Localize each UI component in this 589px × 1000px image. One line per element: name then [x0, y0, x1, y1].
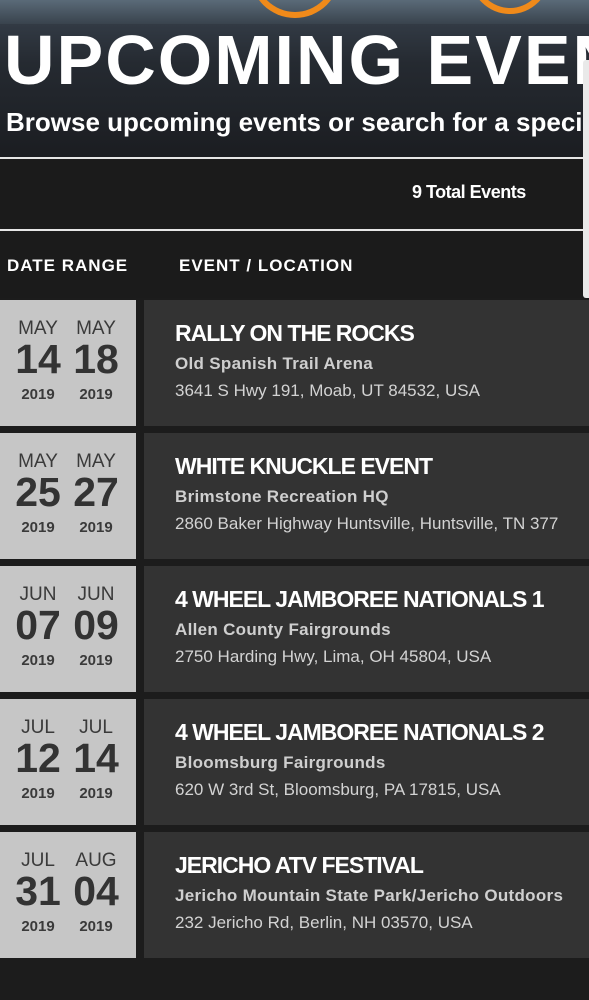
end-day: 14	[73, 735, 119, 781]
date-range-card: MAY 14 2019 MAY 18 2019	[0, 300, 136, 426]
start-day: 12	[15, 735, 61, 781]
start-day: 31	[15, 868, 61, 914]
start-day: 07	[15, 602, 61, 648]
date-range-card: JUN 07 2019 JUN 09 2019	[0, 566, 136, 692]
start-year: 2019	[21, 652, 55, 669]
end-day: 09	[73, 602, 119, 648]
start-year: 2019	[21, 386, 55, 403]
event-name-link[interactable]: WHITE KNUCKLE EVENT	[175, 453, 433, 480]
event-info: 4 WHEEL JAMBOREE NATIONALS 1 Allen Count…	[144, 566, 589, 692]
date-range-card: MAY 25 2019 MAY 27 2019	[0, 433, 136, 559]
event-address: 2860 Baker Highway Huntsville, Huntsvill…	[175, 514, 559, 533]
page-subtitle: Browse upcoming events or search for a s…	[6, 107, 583, 137]
event-row[interactable]: MAY 25 2019 MAY 27 2019 WHITE KNUCKLE EV…	[0, 433, 589, 559]
event-venue: Allen County Fairgrounds	[175, 620, 391, 639]
divider	[0, 229, 583, 231]
event-info: WHITE KNUCKLE EVENT Brimstone Recreation…	[144, 433, 589, 559]
table-header: DATE RANGE EVENT / LOCATION	[0, 232, 583, 298]
event-address: 2750 Harding Hwy, Lima, OH 45804, USA	[175, 647, 492, 666]
event-name-link[interactable]: JERICHO ATV FESTIVAL	[175, 852, 424, 879]
event-name-link[interactable]: RALLY ON THE ROCKS	[175, 320, 415, 347]
end-year: 2019	[79, 918, 113, 935]
event-address: 3641 S Hwy 191, Moab, UT 84532, USA	[175, 381, 480, 400]
event-info: 4 WHEEL JAMBOREE NATIONALS 2 Bloomsburg …	[144, 699, 589, 825]
event-row[interactable]: JUL 12 2019 JUL 14 2019 4 WHEEL JAMBOREE…	[0, 699, 589, 825]
motorcycle-wheel-image	[470, 0, 550, 14]
event-name-link[interactable]: 4 WHEEL JAMBOREE NATIONALS 2	[175, 719, 545, 746]
page-title: UPCOMING EVEN	[4, 21, 589, 99]
column-header-date-range: DATE RANGE	[7, 256, 129, 275]
scrollbar[interactable]	[583, 60, 589, 298]
start-day: 25	[15, 469, 61, 515]
end-day: 04	[73, 868, 119, 914]
end-year: 2019	[79, 785, 113, 802]
event-venue: Bloomsburg Fairgrounds	[175, 753, 386, 772]
motorcycle-wheel-image	[250, 0, 340, 18]
start-year: 2019	[21, 785, 55, 802]
end-year: 2019	[79, 652, 113, 669]
event-venue: Jericho Mountain State Park/Jericho Outd…	[175, 886, 564, 905]
event-address: 232 Jericho Rd, Berlin, NH 03570, USA	[175, 913, 473, 932]
end-day: 18	[73, 336, 119, 382]
events-summary-bar: 9 Total Events	[0, 160, 583, 228]
start-year: 2019	[21, 918, 55, 935]
event-row[interactable]: MAY 14 2019 MAY 18 2019 RALLY ON THE ROC…	[0, 300, 589, 426]
end-day: 27	[73, 469, 119, 515]
divider	[0, 157, 583, 159]
event-name-link[interactable]: 4 WHEEL JAMBOREE NATIONALS 1	[175, 586, 545, 613]
start-day: 14	[15, 336, 61, 382]
event-address: 620 W 3rd St, Bloomsburg, PA 17815, USA	[175, 780, 501, 799]
event-info: RALLY ON THE ROCKS Old Spanish Trail Are…	[144, 300, 589, 426]
total-events-count: 9 Total Events	[412, 182, 526, 202]
event-row[interactable]: JUN 07 2019 JUN 09 2019 4 WHEEL JAMBOREE…	[0, 566, 589, 692]
start-year: 2019	[21, 519, 55, 536]
column-header-event-location: EVENT / LOCATION	[179, 256, 354, 275]
date-range-card: JUL 31 2019 AUG 04 2019	[0, 832, 136, 958]
end-year: 2019	[79, 519, 113, 536]
event-venue: Old Spanish Trail Arena	[175, 354, 374, 373]
end-year: 2019	[79, 386, 113, 403]
event-row[interactable]: JUL 31 2019 AUG 04 2019 JERICHO ATV FEST…	[0, 832, 589, 958]
event-venue: Brimstone Recreation HQ	[175, 487, 389, 506]
event-info: JERICHO ATV FESTIVAL Jericho Mountain St…	[144, 832, 589, 958]
hero-banner: UPCOMING EVEN Browse upcoming events or …	[0, 0, 589, 158]
date-range-card: JUL 12 2019 JUL 14 2019	[0, 699, 136, 825]
